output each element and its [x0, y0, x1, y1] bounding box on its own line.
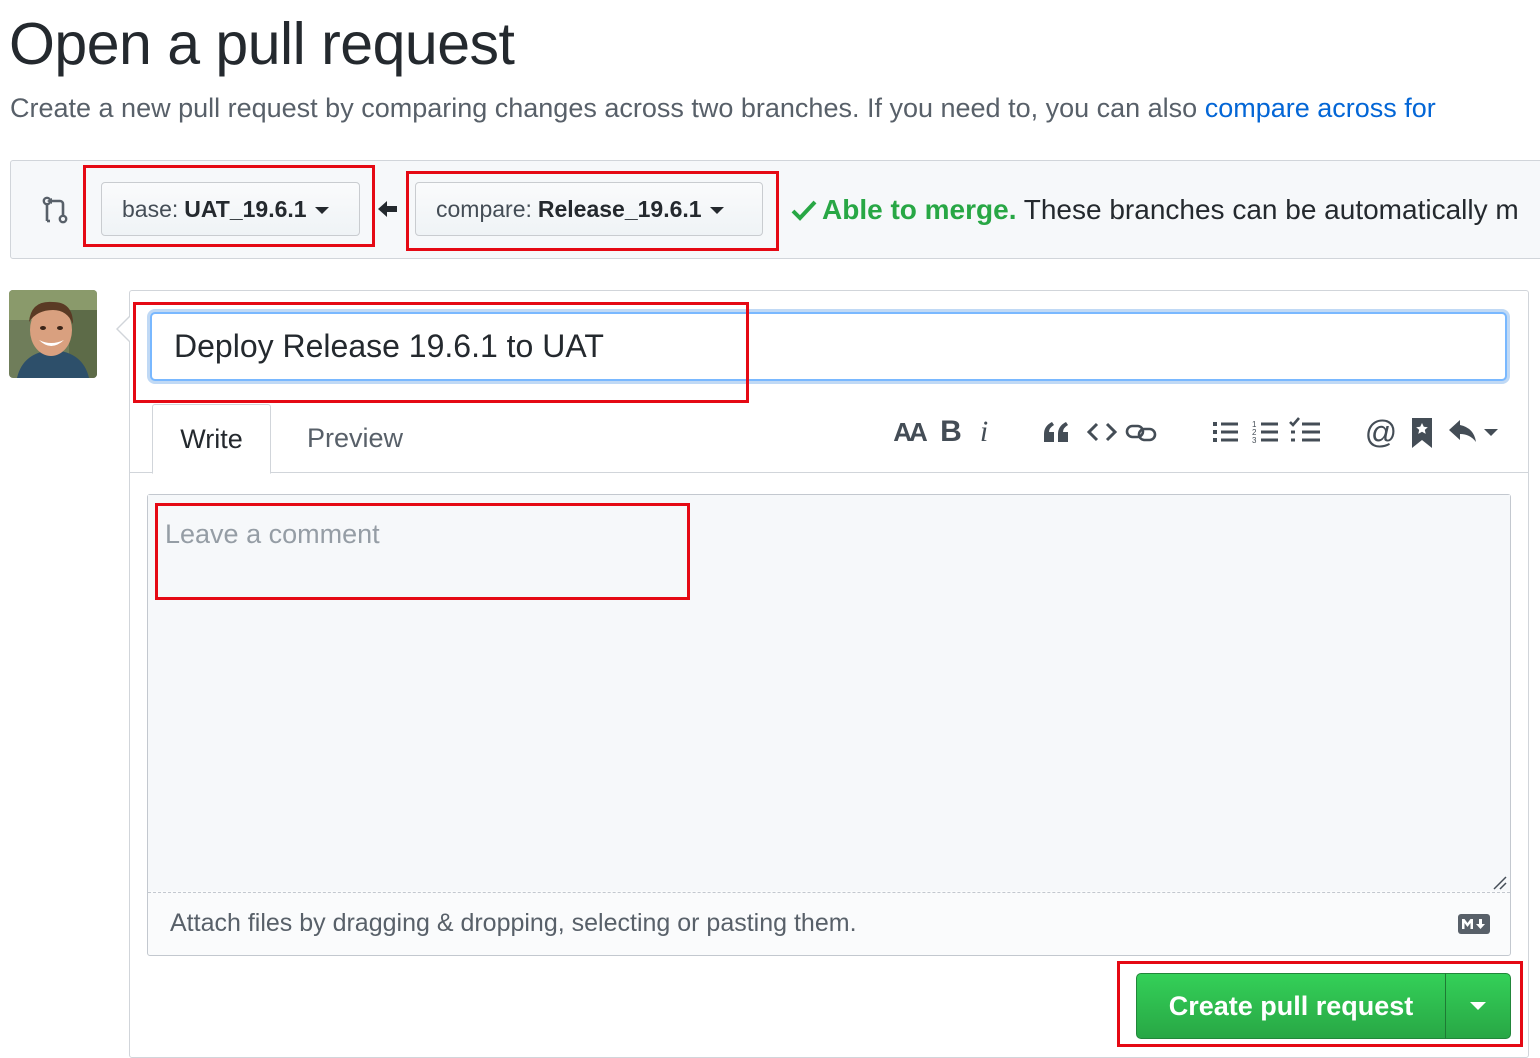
- quote-icon[interactable]: [1040, 412, 1074, 452]
- code-icon[interactable]: [1086, 412, 1118, 452]
- merge-description: These branches can be automatically m: [1016, 194, 1519, 225]
- compare-value: Release_19.6.1: [537, 195, 702, 222]
- ordered-list-icon[interactable]: 1 2 3: [1250, 412, 1282, 452]
- reply-icon[interactable]: [1446, 412, 1502, 452]
- create-options-dropdown[interactable]: [1445, 973, 1511, 1039]
- check-icon: [791, 200, 817, 221]
- bold-icon[interactable]: B: [936, 412, 966, 452]
- attach-files-hint[interactable]: Attach files by dragging & dropping, sel…: [170, 909, 857, 938]
- page-subtitle: Create a new pull request by comparing c…: [10, 93, 1436, 124]
- chevron-down-icon: [709, 206, 724, 214]
- merge-status: Able to merge. These branches can be aut…: [790, 194, 1519, 226]
- base-label: base:: [122, 195, 179, 222]
- italic-icon[interactable]: i: [972, 412, 996, 452]
- avatar-image: [9, 290, 97, 378]
- attach-divider: [148, 892, 1510, 893]
- form-pointer-inner: [118, 317, 130, 341]
- page-title: Open a pull request: [9, 11, 515, 77]
- chevron-down-icon: [314, 206, 329, 214]
- mention-icon[interactable]: @: [1364, 412, 1398, 452]
- compare-across-forks-link[interactable]: compare across for: [1205, 93, 1436, 123]
- git-compare-icon: [42, 196, 68, 224]
- link-icon[interactable]: [1124, 412, 1160, 452]
- base-branch-selector[interactable]: base: UAT_19.6.1: [101, 182, 360, 236]
- pr-title-input[interactable]: [150, 312, 1507, 381]
- comment-textarea[interactable]: [148, 495, 1510, 891]
- chevron-down-icon: [1470, 1002, 1486, 1010]
- compare-branch-selector[interactable]: compare: Release_19.6.1: [415, 182, 763, 236]
- avatar[interactable]: [9, 290, 97, 378]
- unordered-list-icon[interactable]: [1210, 412, 1242, 452]
- saved-reply-icon[interactable]: [1408, 412, 1436, 452]
- subtitle-text: Create a new pull request by comparing c…: [10, 93, 1205, 123]
- svg-text:3: 3: [1252, 436, 1257, 445]
- create-pull-request-button[interactable]: Create pull request: [1136, 973, 1446, 1039]
- base-value: UAT_19.6.1: [184, 195, 307, 222]
- merge-ok-text: Able to merge.: [822, 194, 1017, 225]
- compare-label: compare:: [436, 195, 532, 222]
- tab-write[interactable]: Write: [152, 404, 271, 474]
- arrow-left-icon: [378, 201, 397, 217]
- markdown-icon[interactable]: [1458, 914, 1490, 934]
- heading-icon[interactable]: AA: [888, 412, 930, 452]
- task-list-icon[interactable]: [1288, 412, 1324, 452]
- resize-handle-icon[interactable]: [1491, 874, 1507, 890]
